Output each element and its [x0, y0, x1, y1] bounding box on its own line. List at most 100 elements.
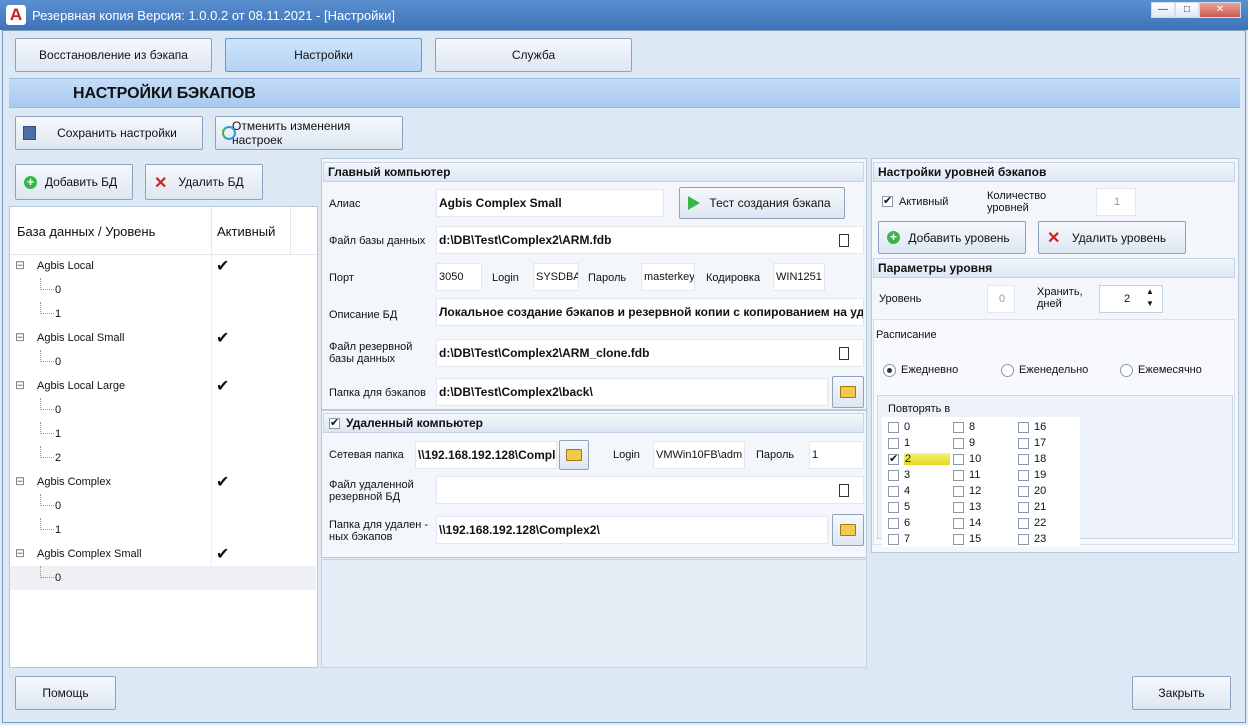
hour-checkbox[interactable]: [888, 486, 899, 497]
delete-level-button[interactable]: ✕ Удалить уровень: [1038, 221, 1186, 254]
tree-level-row[interactable]: 0: [10, 398, 316, 422]
port-field[interactable]: 3050: [436, 263, 482, 291]
keep-days-spinner[interactable]: 2 ▲ ▼: [1099, 285, 1163, 313]
hour-checkbox[interactable]: [1018, 518, 1029, 529]
hour-checkbox[interactable]: ✔: [888, 454, 899, 465]
hour-checkbox[interactable]: [1018, 422, 1029, 433]
hour-checkbox[interactable]: [953, 534, 964, 545]
description-field[interactable]: Локальное создание бэкапов и резервной к…: [436, 298, 864, 326]
active-check-icon[interactable]: ✔: [216, 376, 229, 396]
hour-checkbox[interactable]: [888, 534, 899, 545]
tree-db-row[interactable]: ⊟ Agbis Complex ✔: [10, 470, 316, 494]
tree-level-row[interactable]: 1: [10, 422, 316, 446]
collapse-icon[interactable]: ⊟: [15, 546, 25, 560]
tree-item-label: Agbis Local: [37, 260, 94, 272]
tab-service[interactable]: Служба: [435, 38, 632, 72]
remote-password-field[interactable]: 1: [809, 441, 864, 469]
delete-db-label: Удалить БД: [178, 175, 244, 189]
hour-checkbox[interactable]: [888, 422, 899, 433]
add-level-button[interactable]: + Добавить уровень: [878, 221, 1026, 254]
hour-label: 13: [969, 501, 982, 513]
help-button[interactable]: Помощь: [15, 676, 116, 710]
hour-checkbox[interactable]: [888, 518, 899, 529]
hour-checkbox[interactable]: [953, 470, 964, 481]
remote-login-field[interactable]: VMWin10FB\adm: [653, 441, 745, 469]
tree-level-row[interactable]: 2: [10, 446, 316, 470]
radio-daily[interactable]: [883, 364, 896, 377]
tree-level-row[interactable]: 0: [10, 566, 316, 590]
tree-db-row[interactable]: ⊟ Agbis Local Small ✔: [10, 326, 316, 350]
collapse-icon[interactable]: ⊟: [15, 474, 25, 488]
test-backup-button[interactable]: Тест создания бэкапа: [679, 187, 845, 219]
hour-label: 1: [904, 437, 911, 449]
hour-checkbox[interactable]: [953, 518, 964, 529]
tree-db-row[interactable]: ⊟ Agbis Complex Small ✔: [10, 542, 316, 566]
revert-settings-button[interactable]: Отменить изменения настроек: [215, 116, 403, 150]
remote-file-field[interactable]: [436, 476, 864, 504]
remote-folder-button[interactable]: [832, 514, 864, 546]
clone-file-field[interactable]: d:\DB\Test\Complex2\ARM_clone.fdb: [436, 339, 864, 367]
file-browse-icon[interactable]: [839, 484, 849, 497]
tab-settings[interactable]: Настройки: [225, 38, 422, 72]
level-active-label: Активный: [899, 196, 949, 208]
hour-checkbox[interactable]: [1018, 486, 1029, 497]
minimize-icon[interactable]: —: [1151, 2, 1175, 18]
password-field[interactable]: masterkey: [641, 263, 695, 291]
tree-level-row[interactable]: 0: [10, 494, 316, 518]
tree-level-row[interactable]: 0: [10, 350, 316, 374]
hour-checkbox[interactable]: [953, 422, 964, 433]
col-divider: [211, 494, 212, 518]
hour-checkbox[interactable]: [1018, 502, 1029, 513]
db-file-field[interactable]: d:\DB\Test\Complex2\ARM.fdb: [436, 226, 864, 254]
active-check-icon[interactable]: ✔: [216, 256, 229, 276]
spin-up-icon[interactable]: ▲: [1146, 287, 1154, 297]
hour-checkbox[interactable]: [953, 438, 964, 449]
hour-checkbox[interactable]: [888, 470, 899, 481]
file-browse-icon[interactable]: [839, 234, 849, 247]
hour-checkbox[interactable]: [1018, 438, 1029, 449]
tab-restore[interactable]: Восстановление из бэкапа: [15, 38, 212, 72]
tree-level-row[interactable]: 1: [10, 518, 316, 542]
radio-monthly[interactable]: [1120, 364, 1133, 377]
login-field[interactable]: SYSDBA: [533, 263, 579, 291]
hour-checkbox[interactable]: [953, 454, 964, 465]
maximize-icon[interactable]: □: [1175, 2, 1199, 18]
active-check-icon[interactable]: ✔: [216, 472, 229, 492]
add-db-button[interactable]: + Добавить БД: [15, 164, 133, 200]
active-check-icon[interactable]: ✔: [216, 328, 229, 348]
hour-checkbox[interactable]: [1018, 470, 1029, 481]
remote-enabled-checkbox[interactable]: ✔: [329, 418, 340, 429]
collapse-icon[interactable]: ⊟: [15, 378, 25, 392]
hour-checkbox[interactable]: [1018, 534, 1029, 545]
close-button[interactable]: Закрыть: [1132, 676, 1231, 710]
tree-item-label: 0: [55, 356, 62, 368]
hour-checkbox[interactable]: [888, 438, 899, 449]
level-active-checkbox[interactable]: ✔: [882, 196, 893, 207]
delete-db-button[interactable]: ✕ Удалить БД: [145, 164, 263, 200]
alias-field[interactable]: Agbis Complex Small: [436, 189, 664, 217]
encoding-field[interactable]: WIN1251: [773, 263, 825, 291]
file-browse-icon[interactable]: [839, 347, 849, 360]
backup-folder-field[interactable]: d:\DB\Test\Complex2\back\: [436, 378, 828, 406]
tree-level-row[interactable]: 1: [10, 302, 316, 326]
spin-down-icon[interactable]: ▼: [1146, 299, 1154, 309]
hour-checkbox[interactable]: [953, 486, 964, 497]
network-folder-button[interactable]: [559, 440, 589, 470]
remote-folder-field[interactable]: \\192.168.192.128\Complex2\: [436, 516, 828, 544]
collapse-icon[interactable]: ⊟: [15, 258, 25, 272]
tree-connector: [40, 350, 54, 362]
hour-checkbox[interactable]: [1018, 454, 1029, 465]
network-folder-field[interactable]: \\192.168.192.128\Complex2\: [415, 441, 557, 469]
hour-checkbox[interactable]: [953, 502, 964, 513]
backup-folder-button[interactable]: [832, 376, 864, 408]
save-settings-button[interactable]: Сохранить настройки: [15, 116, 203, 150]
close-window-icon[interactable]: ✕: [1199, 2, 1241, 18]
active-check-icon[interactable]: ✔: [216, 544, 229, 564]
tree-level-row[interactable]: 0: [10, 278, 316, 302]
radio-weekly[interactable]: [1001, 364, 1014, 377]
collapse-icon[interactable]: ⊟: [15, 330, 25, 344]
col-divider: [211, 254, 212, 278]
tree-db-row[interactable]: ⊟ Agbis Local ✔: [10, 254, 316, 278]
tree-db-row[interactable]: ⊟ Agbis Local Large ✔: [10, 374, 316, 398]
hour-checkbox[interactable]: [888, 502, 899, 513]
